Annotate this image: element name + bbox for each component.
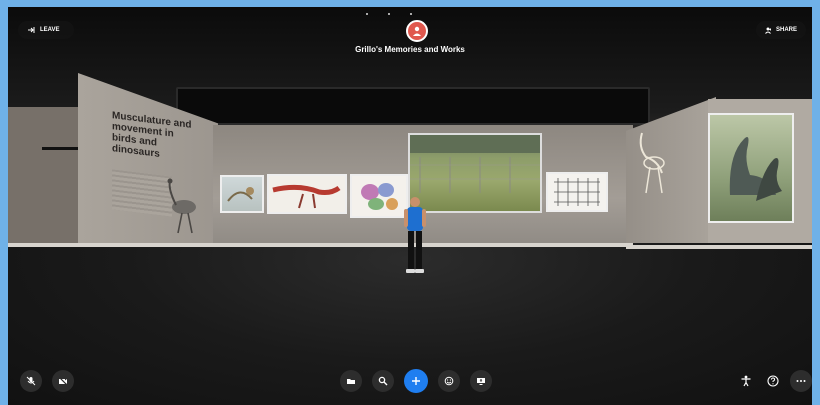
add-button[interactable]	[404, 369, 428, 393]
add-icon	[412, 377, 420, 385]
artwork-anatomy-sketch[interactable]	[220, 175, 264, 213]
room-title: Grillo's Memories and Works	[355, 45, 465, 54]
help-button[interactable]	[762, 370, 784, 392]
more-icon	[796, 380, 806, 382]
content-button[interactable]	[340, 370, 362, 392]
left-far-wall	[8, 107, 80, 255]
ceiling-light-panel	[176, 87, 650, 125]
ostrich-exhibit[interactable]	[156, 177, 206, 239]
share-button[interactable]: SHARE	[756, 21, 806, 39]
spotlight-rail	[42, 147, 78, 150]
mic-off-icon	[26, 376, 36, 386]
emoji-icon	[444, 376, 454, 386]
more-button[interactable]	[790, 370, 812, 392]
host-avatar[interactable]	[406, 20, 428, 42]
virtual-gallery-viewport[interactable]: Musculature and movement in birds and di…	[8, 7, 812, 405]
camera-toggle-button[interactable]	[52, 370, 74, 392]
user-icon	[413, 26, 421, 36]
visitor-avatar[interactable]	[400, 195, 430, 277]
leave-label: LEAVE	[40, 27, 60, 33]
baseboard-right	[626, 245, 812, 249]
folder-icon	[347, 379, 355, 384]
artwork-skeleton-chart[interactable]	[546, 172, 608, 212]
share-label: SHARE	[775, 27, 797, 33]
carousel-dots	[366, 13, 412, 15]
screen-share-icon	[477, 378, 485, 385]
accessibility-icon	[741, 375, 751, 387]
artwork-theropod-musculature[interactable]	[267, 174, 347, 214]
search-icon	[378, 376, 388, 386]
mute-mic-button[interactable]	[20, 370, 42, 392]
reactions-button[interactable]	[438, 370, 460, 392]
screen-share-button[interactable]	[470, 370, 492, 392]
accessibility-button[interactable]	[735, 370, 757, 392]
camera-off-icon	[58, 376, 68, 386]
leave-button[interactable]: LEAVE	[18, 21, 74, 39]
baseboard-left	[8, 243, 218, 247]
help-icon	[767, 375, 779, 387]
exit-icon	[28, 27, 35, 33]
share-icon	[765, 27, 771, 34]
skeleton-exhibit[interactable]	[628, 127, 672, 197]
search-button[interactable]	[372, 370, 394, 392]
artwork-sauropod-painting[interactable]	[708, 113, 794, 223]
